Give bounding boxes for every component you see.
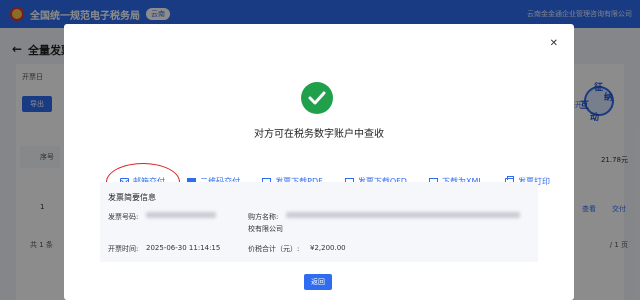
redacted-invoice-no [146,212,216,218]
issue-date-value: 2025-06-30 11:14:15 [146,244,221,252]
total-label: 价税合计（元）: [248,245,300,253]
issue-date-label: 开票时间: [108,245,139,253]
delivery-modal: ✕ 对方可在税务数字账户中查收 邮箱交付 二维码交付 发票下载PDF 发票下载O… [64,24,574,300]
total-value: ¥2,200.00 [310,244,346,252]
return-button[interactable]: 返回 [304,274,332,290]
buyer-name-tail: 校有限公司 [248,225,283,233]
redacted-buyer-name [286,212,520,218]
success-message: 对方可在税务数字账户中查收 [254,129,384,140]
invoice-summary-box: 发票简要信息 发票号码: 购方名称: 校有限公司 开票时间: 2025-06-3… [100,182,538,262]
summary-title: 发票简要信息 [108,193,156,202]
close-icon[interactable]: ✕ [550,38,558,49]
invoice-no-label: 发票号码: [108,213,139,221]
buyer-label: 购方名称: [248,213,279,221]
check-circle-icon [301,82,333,114]
